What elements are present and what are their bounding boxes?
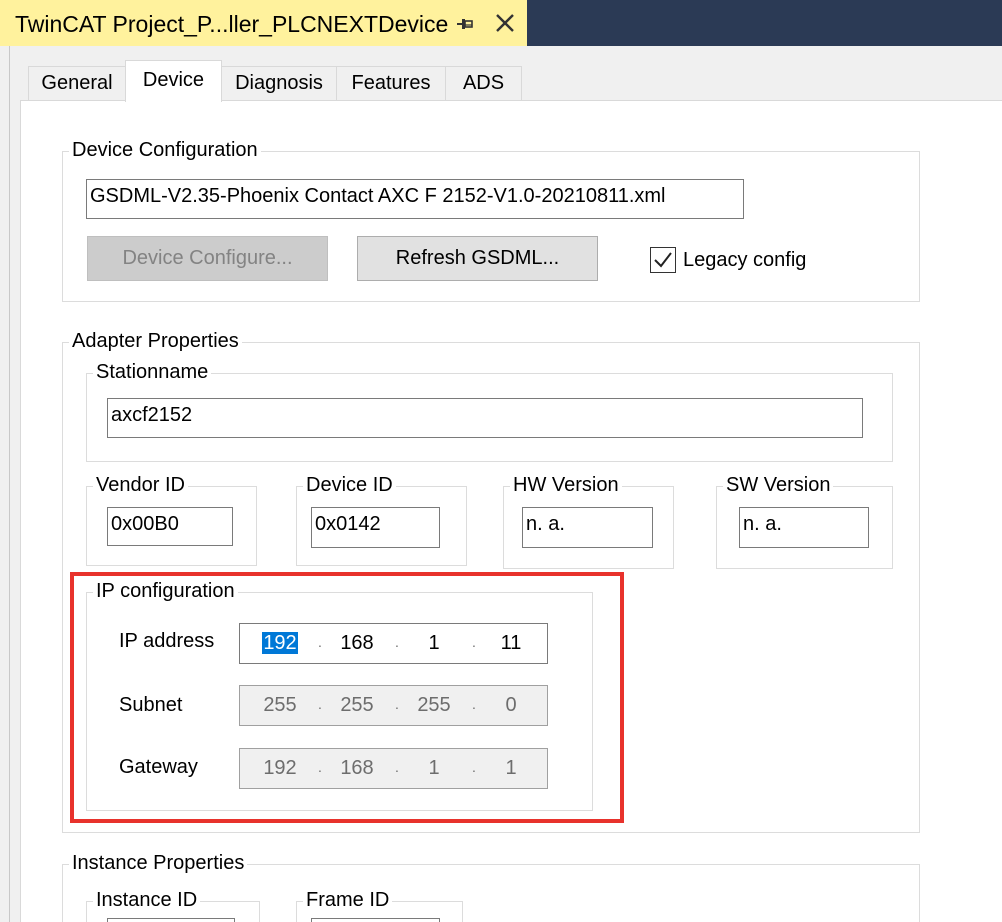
refresh-gsdml-button[interactable]: Refresh GSDML...	[357, 236, 598, 281]
hw-version-legend: HW Version	[510, 474, 622, 497]
document-title: TwinCAT Project_P...ller_PLCNEXTDevice	[15, 11, 449, 37]
adapter-properties-legend: Adapter Properties	[69, 330, 242, 353]
vendor-id-field[interactable]: 0x00B0	[107, 507, 233, 546]
device-configuration-legend: Device Configuration	[69, 139, 261, 162]
stationname-field[interactable]: axcf2152	[107, 398, 863, 438]
frame-id-legend: Frame ID	[303, 889, 393, 912]
checkmark-icon	[654, 252, 672, 268]
highlight-box	[70, 572, 624, 823]
device-configure-button[interactable]: Device Configure...	[87, 236, 328, 281]
instance-properties-legend: Instance Properties	[69, 852, 248, 875]
left-edge	[0, 46, 10, 922]
document-tab[interactable]: TwinCAT Project_P...ller_PLCNEXTDevice	[0, 0, 527, 46]
pin-icon[interactable]	[455, 14, 475, 34]
gsdml-file-field[interactable]: GSDML-V2.35-Phoenix Contact AXC F 2152-V…	[86, 179, 744, 219]
device-id-legend: Device ID	[303, 474, 396, 497]
tab-general[interactable]: General	[28, 66, 126, 100]
frame-id-field[interactable]	[311, 918, 440, 922]
tab-diagnosis[interactable]: Diagnosis	[221, 66, 337, 100]
hw-version-field[interactable]: n. a.	[522, 507, 653, 548]
instance-id-legend: Instance ID	[93, 889, 201, 912]
vendor-id-legend: Vendor ID	[93, 474, 188, 497]
legacy-config-checkbox[interactable]	[650, 247, 676, 273]
legacy-config-label[interactable]: Legacy config	[683, 249, 806, 272]
instance-id-field[interactable]	[107, 918, 235, 922]
stationname-legend: Stationname	[93, 361, 212, 384]
sw-version-legend: SW Version	[723, 474, 834, 497]
sw-version-field[interactable]: n. a.	[739, 507, 869, 548]
close-icon[interactable]	[494, 12, 516, 34]
tab-ads[interactable]: ADS	[445, 66, 522, 100]
device-id-field[interactable]: 0x0142	[311, 507, 440, 548]
tab-device[interactable]: Device	[125, 60, 222, 102]
tab-features[interactable]: Features	[336, 66, 446, 100]
